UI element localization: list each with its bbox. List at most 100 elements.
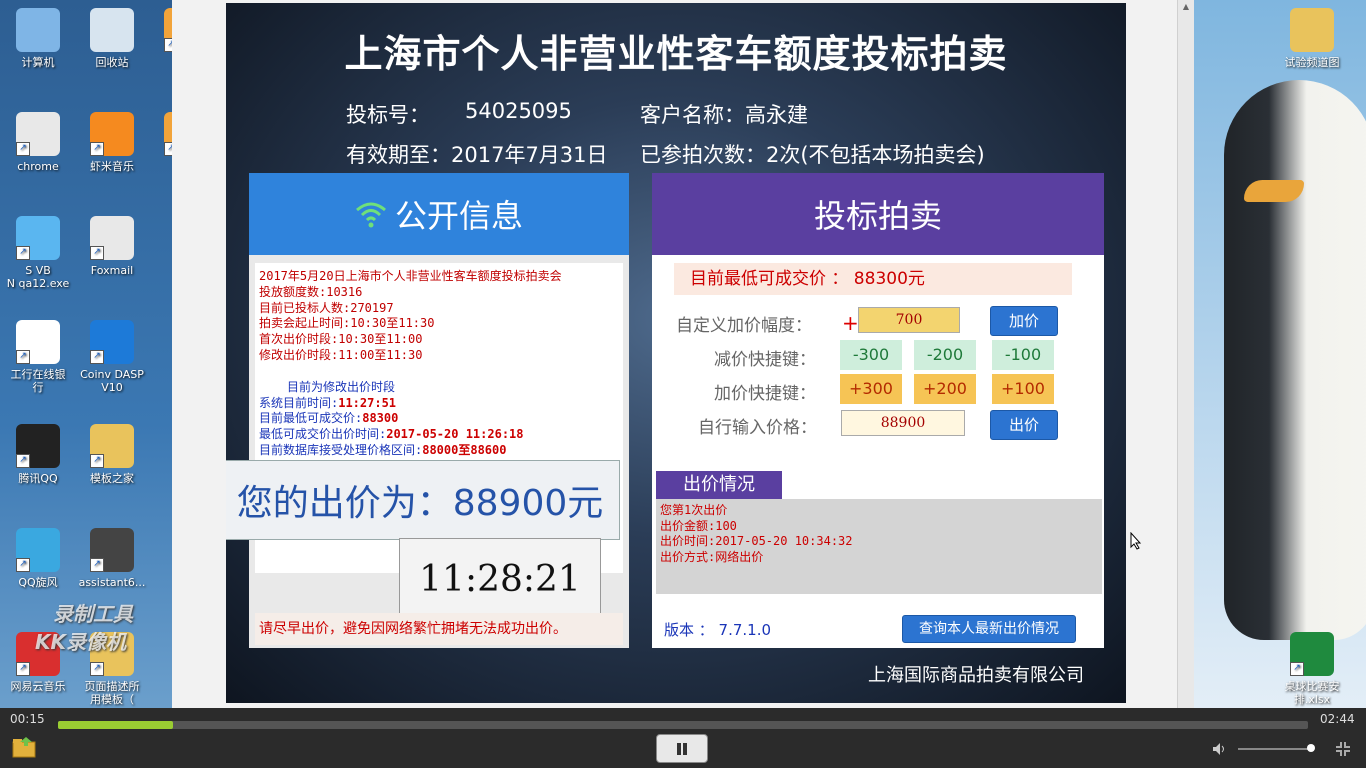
notice-line: 首次出价时段:10:30至11:00: [259, 332, 423, 347]
desktop-icon[interactable]: ↗ 腾讯QQ: [0, 424, 76, 485]
desktop-icon[interactable]: 回收站: [74, 8, 150, 69]
exit-fullscreen-icon[interactable]: [1334, 740, 1352, 758]
desktop-icon-label: 网易云音乐: [10, 680, 66, 693]
wifi-icon: [356, 202, 386, 228]
desktop-icon-label: QQ旋风: [18, 576, 58, 589]
desktop-icon[interactable]: ↗ 桌球比赛安 排.xlsx: [1274, 632, 1350, 706]
desktop-icon[interactable]: ↗ 虾米音乐: [74, 112, 150, 173]
desktop-icon[interactable]: ↗ chrome: [0, 112, 76, 173]
foxmail-icon: ↗: [90, 216, 134, 260]
shortcut-arrow-icon: ↗: [90, 662, 104, 676]
valid-until: 有效期至：2017年7月31日: [346, 143, 608, 167]
progress-track[interactable]: [58, 721, 1308, 729]
custom-increment-input[interactable]: 700: [858, 307, 960, 333]
desktop-icon-label: 计算机: [21, 56, 55, 69]
pause-icon: [677, 742, 687, 755]
plus-300-button[interactable]: +300: [840, 374, 902, 404]
shortcut-arrow-icon: ↗: [90, 246, 104, 260]
phase-text: 目前为修改出价时段: [287, 379, 396, 394]
icbc-icon: ↗: [16, 320, 60, 364]
shortcut-arrow-icon: ↗: [90, 142, 104, 156]
watermark-line-1: 录制工具: [53, 602, 133, 626]
notice-line: 目前已投标人数:270197: [259, 300, 394, 315]
min-price-time-row: 最低可成交价出价时间:2017-05-20 11:26:18: [259, 427, 524, 442]
auction-stage: 上海市个人非营业性客车额度投标拍卖 投标号： 54025095 客户名称：高永建…: [226, 3, 1126, 703]
plus-100-button[interactable]: +100: [992, 374, 1054, 404]
shortcut-arrow-icon: ↗: [16, 246, 30, 260]
desktop-icon-label: assistant6...: [78, 576, 146, 589]
lowest-price-banner: 目前最低可成交价 ： 88300元: [674, 263, 1072, 295]
desktop-icon-label: 试验频道图: [1284, 56, 1340, 69]
min-price-row: 目前最低可成交价:88300: [259, 411, 399, 426]
desktop-icon[interactable]: 计算机: [0, 8, 76, 69]
open-folder-icon[interactable]: [12, 736, 36, 758]
notice-line: 2017年5月20日上海市个人非营业性客车额度投标拍卖会: [259, 269, 562, 283]
folder-icon: ↗: [90, 424, 134, 468]
shortcut-arrow-icon: ↗: [16, 558, 30, 572]
xiami-icon: ↗: [90, 112, 134, 156]
mouse-cursor-icon: [1130, 532, 1142, 550]
bid-status-line: 出价方式:网络出价: [660, 549, 764, 564]
plus-200-button[interactable]: +200: [914, 374, 976, 404]
recycle-bin-icon: [90, 8, 134, 52]
qq-pet-icon: ↗: [16, 216, 60, 260]
public-info-header: 公开信息: [249, 173, 629, 255]
plus-shortcut-label: 加价快捷键：: [714, 384, 816, 404]
minus-300-button[interactable]: -300: [840, 340, 902, 370]
bid-number: 54025095: [465, 99, 572, 123]
volume-slider[interactable]: [1238, 748, 1308, 750]
window-scrollbar[interactable]: ▲: [1177, 0, 1194, 708]
desktop-icon[interactable]: ↗ QQ旋风: [0, 528, 76, 589]
volume-icon[interactable]: [1212, 742, 1228, 756]
pause-button[interactable]: [656, 734, 708, 763]
desktop-icon[interactable]: ↗ Coinv DASP V10: [74, 320, 150, 394]
shortcut-arrow-icon: ↗: [16, 142, 30, 156]
desktop-icon-label: Coinv DASP V10: [80, 368, 144, 394]
bid-status-line: 您第1次出价: [660, 503, 728, 517]
system-time-row: 系统目前时间:11:27:51: [259, 395, 397, 410]
public-info-title: 公开信息: [394, 197, 523, 235]
bid-status-line: 出价金额:100: [660, 518, 737, 533]
desktop-icon[interactable]: ↗ 模板之家: [74, 424, 150, 485]
qq-icon: ↗: [16, 424, 60, 468]
shortcut-arrow-icon: ↗: [16, 662, 30, 676]
desktop-icon[interactable]: ↗ Foxmail: [74, 216, 150, 277]
query-latest-bid-button[interactable]: 查询本人最新出价情况: [902, 615, 1076, 643]
volume-slider-handle[interactable]: [1307, 744, 1315, 752]
desktop-wallpaper-right: [1194, 0, 1366, 708]
desktop-icon[interactable]: ↗ 工行在线银 行: [0, 320, 76, 394]
progress-fill: [58, 721, 173, 729]
shortcut-arrow-icon: ↗: [16, 350, 30, 364]
public-info-panel: 公开信息 2017年5月20日上海市个人非营业性客车额度投标拍卖会 投放额度数:…: [226, 173, 629, 648]
submit-bid-button[interactable]: 出价: [990, 410, 1058, 440]
bid-status-panel: 您第1次出价 出价金额:100 出价时间:2017-05-20 10:34:32…: [656, 499, 1102, 594]
plus-sign: +: [842, 311, 859, 335]
desktop-icon-label: Foxmail: [90, 264, 134, 277]
shortcut-arrow-icon: ↗: [90, 558, 104, 572]
hand-icon: ↗: [90, 528, 134, 572]
desktop-icon[interactable]: ↗ S VB N qa12.exe: [0, 216, 76, 290]
notice-line: 投放额度数:10316: [259, 284, 363, 299]
qq-whirlwind-icon: ↗: [16, 528, 60, 572]
scroll-up-arrow-icon[interactable]: ▲: [1181, 2, 1191, 12]
shortcut-arrow-icon: ↗: [90, 350, 104, 364]
total-time: 02:44: [1320, 712, 1355, 726]
min-price: 88300: [362, 411, 399, 426]
manual-price-input[interactable]: 88900: [841, 410, 965, 436]
desktop-icon[interactable]: 试验频道图: [1274, 8, 1350, 69]
countdown-clock: 11:28:21: [399, 538, 601, 620]
desktop-icon-label: 桌球比赛安 排.xlsx: [1284, 680, 1340, 706]
shortcut-arrow-icon: ↗: [16, 454, 30, 468]
auction-window: ▲ 上海市个人非营业性客车额度投标拍卖 投标号： 54025095 客户名称：高…: [172, 0, 1194, 708]
computer-icon: [16, 8, 60, 52]
minus-200-button[interactable]: -200: [914, 340, 976, 370]
video-player-bar: 00:15 02:44: [0, 708, 1366, 768]
desktop-icon-label: chrome: [17, 160, 59, 173]
add-price-button[interactable]: 加价: [990, 306, 1058, 336]
bid-status-tab[interactable]: 出价情况: [656, 471, 782, 499]
desktop-icon-label: S VB N qa12.exe: [6, 264, 70, 290]
desktop-icon[interactable]: ↗ assistant6...: [74, 528, 150, 589]
desktop-icon-label: 工行在线银 行: [10, 368, 66, 394]
minus-100-button[interactable]: -100: [992, 340, 1054, 370]
desktop-icon-label: 模板之家: [90, 472, 134, 485]
